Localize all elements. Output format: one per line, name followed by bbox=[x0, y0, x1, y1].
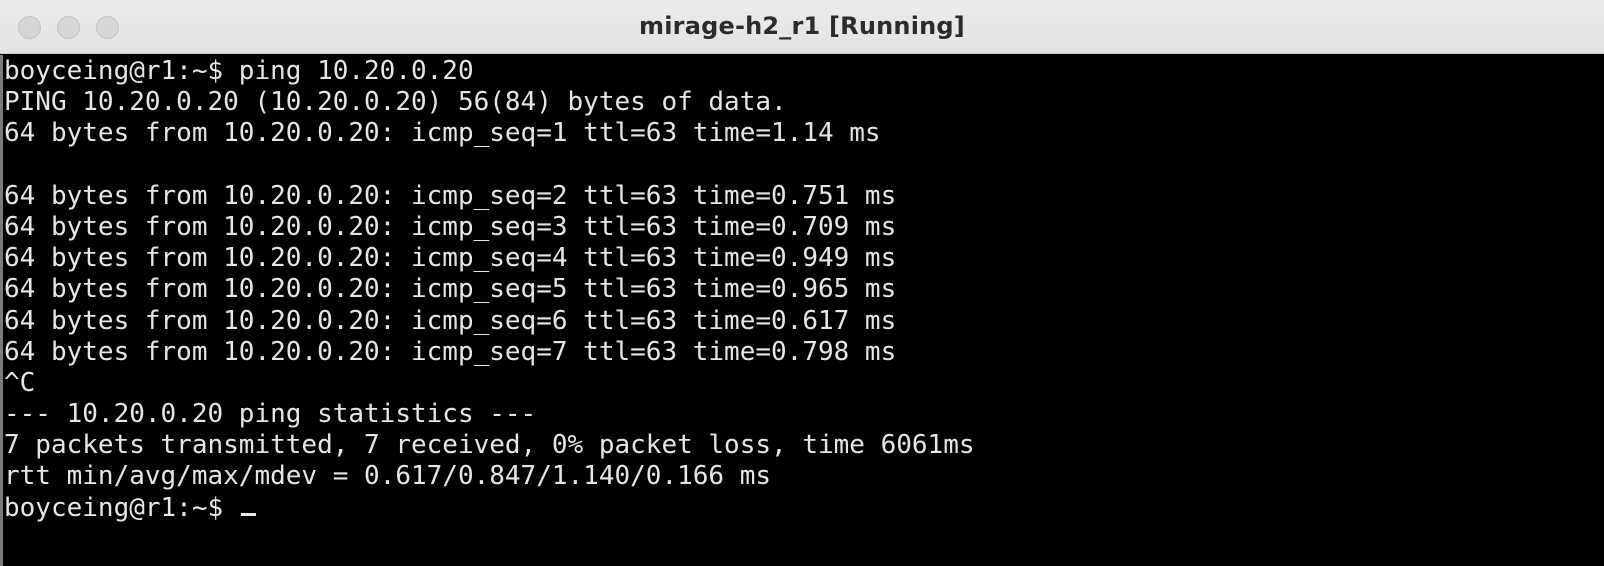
text-cursor bbox=[240, 512, 256, 516]
terminal-console[interactable]: boyceing@r1:~$ ping 10.20.0.20 PING 10.2… bbox=[0, 55, 1604, 566]
window-title: mirage-h2_r1 [Running] bbox=[639, 12, 965, 40]
terminal-line: ^C bbox=[4, 367, 36, 398]
terminal-line: --- 10.20.0.20 ping statistics --- bbox=[4, 399, 537, 430]
terminal-line: 64 bytes from 10.20.0.20: icmp_seq=7 ttl… bbox=[4, 336, 897, 367]
title-bar[interactable]: mirage-h2_r1 [Running] bbox=[0, 0, 1604, 54]
terminal-line: 7 packets transmitted, 7 received, 0% pa… bbox=[4, 430, 975, 461]
vm-window: mirage-h2_r1 [Running] boyceing@r1:~$ pi… bbox=[0, 0, 1604, 566]
terminal-line: boyceing@r1:~$ ping 10.20.0.20 bbox=[4, 56, 474, 86]
terminal-line: 64 bytes from 10.20.0.20: icmp_seq=4 ttl… bbox=[4, 243, 897, 274]
terminal-line: 64 bytes from 10.20.0.20: icmp_seq=1 ttl… bbox=[4, 118, 881, 149]
terminal-line: rtt min/avg/max/mdev = 0.617/0.847/1.140… bbox=[4, 461, 772, 492]
terminal-line: 64 bytes from 10.20.0.20: icmp_seq=2 ttl… bbox=[4, 180, 897, 211]
prompt-line[interactable]: boyceing@r1:~$ bbox=[3, 493, 1604, 524]
terminal-line: PING 10.20.0.20 (10.20.0.20) 56(84) byte… bbox=[4, 87, 787, 118]
terminal-line: 64 bytes from 10.20.0.20: icmp_seq=3 ttl… bbox=[4, 211, 897, 242]
terminal-line: 64 bytes from 10.20.0.20: icmp_seq=6 ttl… bbox=[4, 305, 897, 336]
shell-prompt: boyceing@r1:~$ bbox=[4, 492, 239, 523]
terminal-line: 64 bytes from 10.20.0.20: icmp_seq=5 ttl… bbox=[4, 274, 897, 305]
